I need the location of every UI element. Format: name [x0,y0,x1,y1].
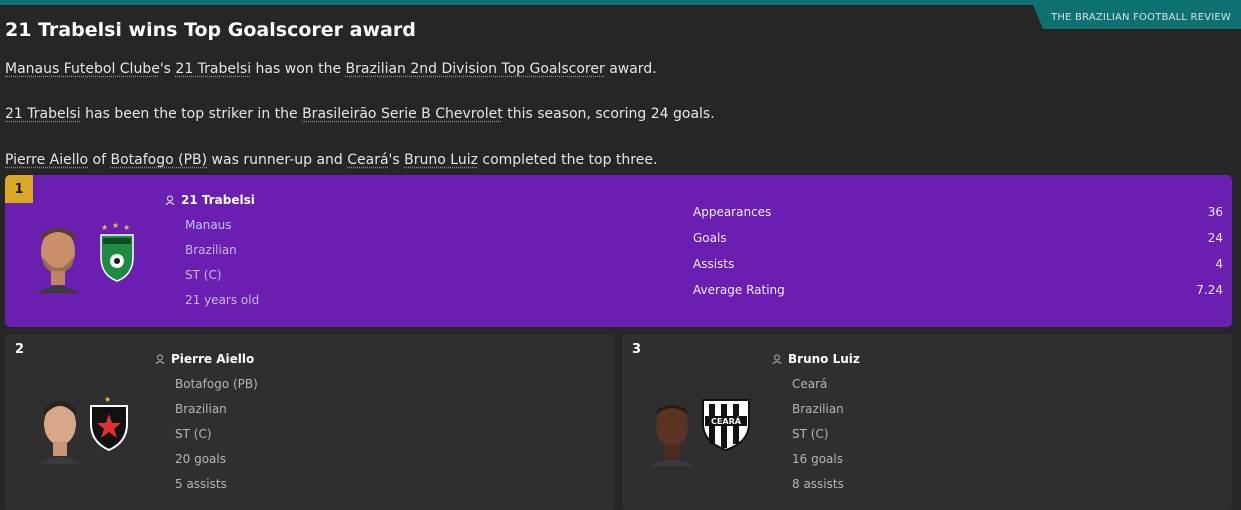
club-badge-manaus[interactable]: ★ ★ ★ [95,221,139,283]
winner-position: ST (C) [185,268,222,282]
stat-row-appearances: Appearances 36 [693,205,1233,219]
stat-label: Average Rating [693,283,785,297]
runner-up-nationality: Brazilian [175,402,227,416]
award-link[interactable]: Brazilian 2nd Division Top Goalscorer [346,61,605,77]
stat-value: 36 [1207,205,1223,219]
player-face-trabelsi[interactable] [33,221,83,293]
paragraph-2: 21 Trabelsi has been the top striker in … [5,106,715,122]
winner-name[interactable]: 21 Trabelsi [165,193,255,207]
third-club-link[interactable]: Ceará [792,377,827,391]
svg-text:★: ★ [101,223,108,232]
stat-value: 24 [1207,231,1223,245]
player-link-bruno-luiz[interactable]: Bruno Luiz [404,152,478,168]
stat-row-assists: Assists 4 [693,257,1233,271]
club-link-botafogo[interactable]: Botafogo (PB) [111,152,208,168]
source-label: THE BRAZILIAN FOOTBALL REVIEW [1051,11,1231,23]
third-position: ST (C) [792,427,829,441]
player-face-aiello[interactable] [35,392,85,464]
rank-badge-first: 1 [5,175,33,203]
third-goals: 16 goals [792,452,843,466]
stat-label: Assists [693,257,735,271]
club-badge-ceara[interactable]: CEARÁ [699,396,753,452]
paragraph-3: Pierre Aiello of Botafogo (PB) was runne… [5,152,658,168]
top-accent-bar [0,0,1241,5]
stat-row-goals: Goals 24 [693,231,1233,245]
third-nationality: Brazilian [792,402,844,416]
svg-text:CEARÁ: CEARÁ [711,415,742,426]
person-icon [772,354,782,364]
runner-up-name[interactable]: Pierre Aiello [155,352,254,366]
league-link[interactable]: Brasileirão Serie B Chevrolet [302,106,503,122]
stat-label: Appearances [693,205,772,219]
svg-text:★: ★ [112,221,119,230]
player-link-aiello[interactable]: Pierre Aiello [5,152,88,168]
person-icon [155,354,165,364]
person-icon [165,195,175,205]
club-link-manaus[interactable]: Manaus Futebol Clube [5,61,160,77]
runner-up-club-link[interactable]: Botafogo (PB) [175,377,258,391]
stat-label: Goals [693,231,727,245]
player-link-trabelsi[interactable]: 21 Trabelsi [175,61,251,77]
runner-up-position: ST (C) [175,427,212,441]
winner-nationality: Brazilian [185,243,237,257]
stat-value: 7.24 [1196,283,1223,297]
third-assists: 8 assists [792,477,844,491]
third-place-card: 3 CEARÁ Bruno Luiz Ceará Brazilian ST (C… [622,334,1232,510]
page-title: 21 Trabelsi wins Top Goalscorer award [5,19,416,41]
svg-text:★: ★ [123,223,130,232]
club-link-ceara[interactable]: Ceará [347,152,388,168]
winner-age: 21 years old [185,293,260,307]
club-badge-botafogo[interactable]: ★ [87,394,131,452]
player-link-trabelsi[interactable]: 21 Trabelsi [5,106,81,122]
svg-text:★: ★ [104,395,111,404]
winner-club-link[interactable]: Manaus [185,218,232,232]
stat-value: 4 [1215,257,1223,271]
winner-card: 1 ★ ★ ★ 21 Trabelsi Manaus Brazilian ST … [5,175,1232,327]
paragraph-1: Manaus Futebol Clube's 21 Trabelsi has w… [5,61,657,77]
rank-number-second: 2 [15,342,25,357]
third-name[interactable]: Bruno Luiz [772,352,860,366]
stat-row-average-rating: Average Rating 7.24 [693,283,1233,297]
rank-number-third: 3 [632,342,642,357]
runner-up-assists: 5 assists [175,477,227,491]
runner-up-card: 2 ★ Pierre Aiello Botafogo (PB) Brazilia… [5,334,615,510]
source-tag: THE BRAZILIAN FOOTBALL REVIEW [1033,5,1241,29]
player-face-bruno-luiz[interactable] [647,394,697,466]
runner-up-goals: 20 goals [175,452,226,466]
